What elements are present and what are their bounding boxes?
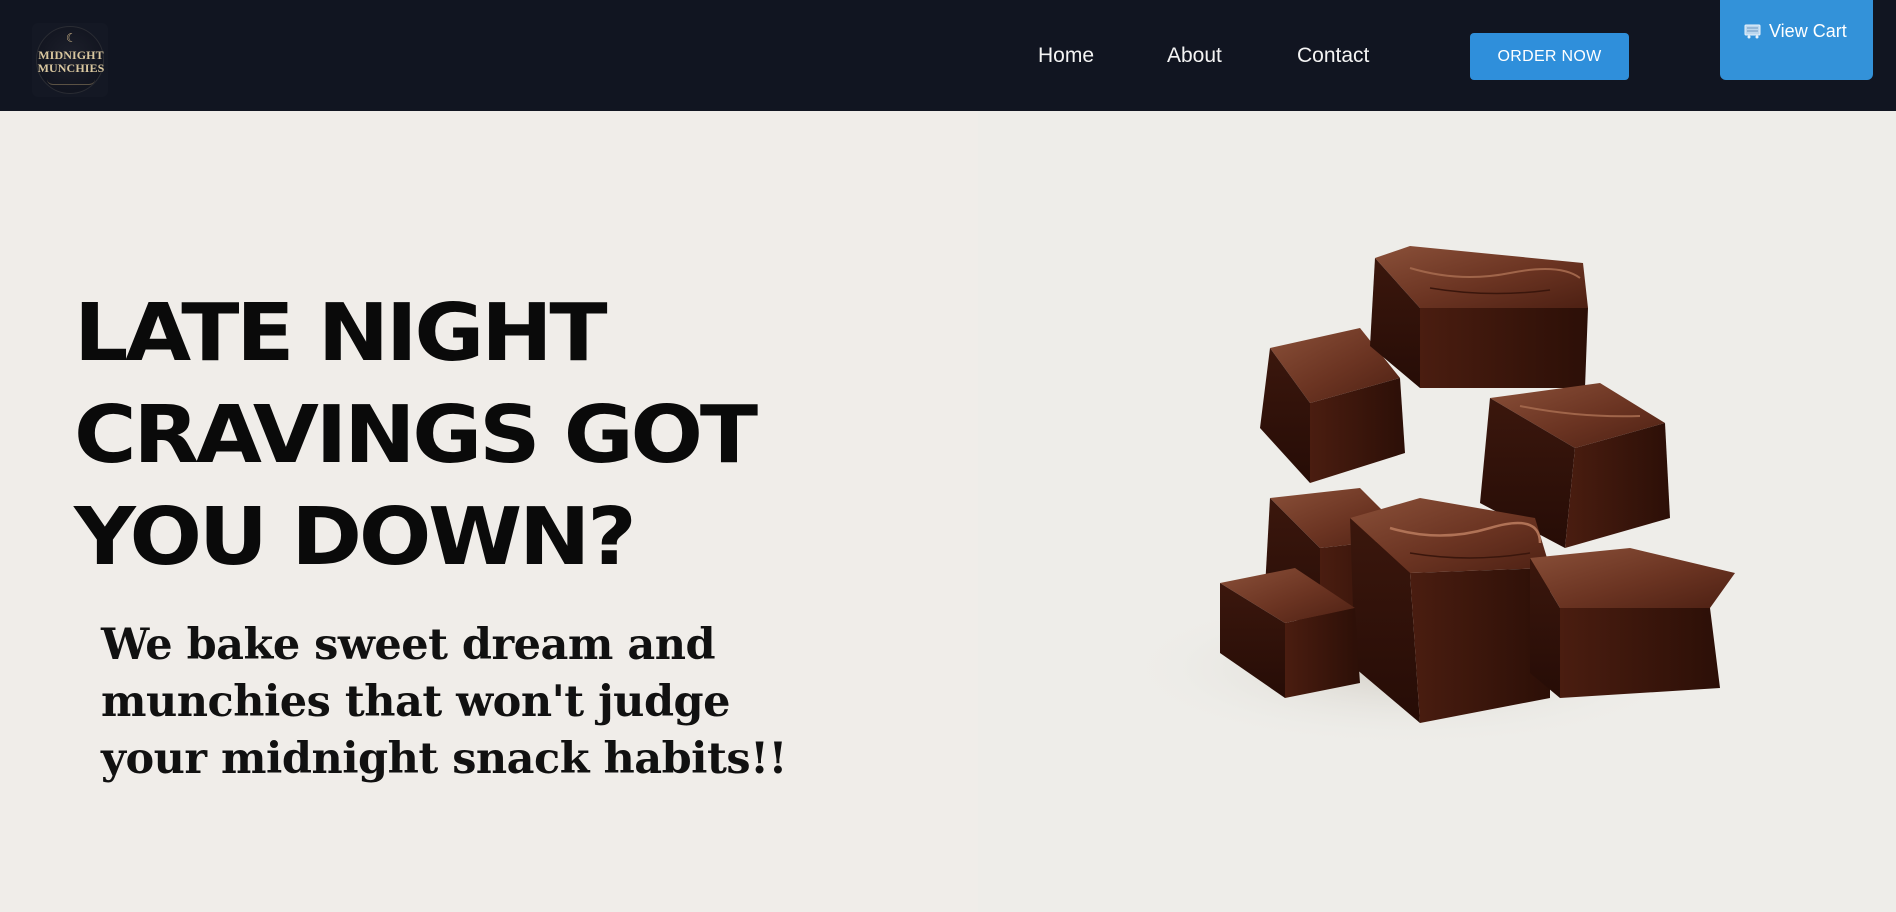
view-cart-label: View Cart (1769, 21, 1847, 41)
cart-icon (1744, 24, 1761, 39)
nav-link-about[interactable]: About (1167, 43, 1222, 69)
headline-line-3: YOU DOWN? (74, 491, 637, 583)
hero-headline: LATE NIGHT CRAVINGS GOT YOU DOWN? (74, 282, 981, 588)
view-cart-button[interactable]: View Cart (1720, 0, 1873, 80)
headline-line-2: CRAVINGS GOT (74, 389, 758, 481)
top-navbar: ☾ MIDNIGHT MUNCHIES Home About Contact O… (0, 0, 1896, 111)
brownie-piece (1530, 548, 1735, 698)
hero-subheadline: We bake sweet dream and munchies that wo… (101, 620, 787, 784)
brownie-stack-image (1120, 246, 1735, 748)
order-now-button[interactable]: ORDER NOW (1470, 33, 1629, 80)
nav-link-contact[interactable]: Contact (1297, 43, 1369, 69)
brownie-piece (1370, 246, 1588, 388)
moon-icon: ☾ (66, 31, 77, 45)
brand-logo[interactable]: ☾ MIDNIGHT MUNCHIES (32, 23, 108, 97)
nav-link-home[interactable]: Home (1038, 43, 1094, 69)
logo-text-line-2: MUNCHIES (37, 61, 105, 75)
logo-ring (47, 79, 95, 85)
headline-line-1: LATE NIGHT (74, 287, 608, 379)
logo-badge: ☾ MIDNIGHT MUNCHIES (36, 26, 104, 94)
